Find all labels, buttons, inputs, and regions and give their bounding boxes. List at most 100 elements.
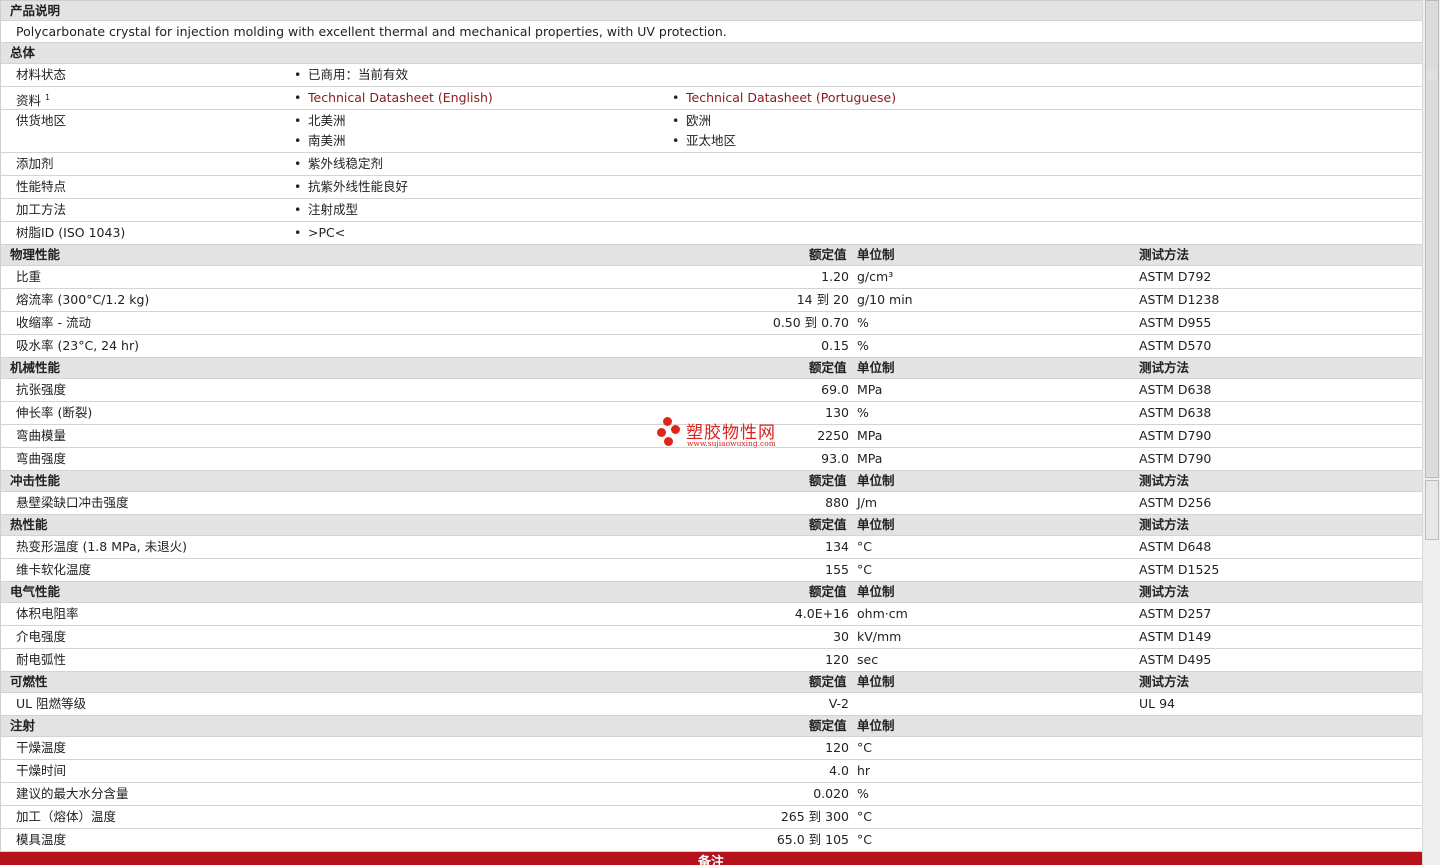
section-header: 机械性能 额定值 单位制 测试方法 xyxy=(1,358,1422,379)
datasheet-link[interactable]: Technical Datasheet (Portuguese) xyxy=(672,87,896,109)
property-unit: °C xyxy=(857,740,872,755)
property-label: 收缩率 - 流动 xyxy=(16,315,91,330)
property-test-method: ASTM D792 xyxy=(1139,269,1212,284)
property-label: 模具温度 xyxy=(16,832,67,847)
notes-bar[interactable]: 备注 xyxy=(0,852,1422,865)
section-title: 物理性能 xyxy=(10,247,61,262)
property-row: 建议的最大水分含量 0.020% xyxy=(1,783,1422,806)
property-test-method: ASTM D1525 xyxy=(1139,562,1220,577)
notes-label: 备注 xyxy=(697,855,724,865)
property-test-method: ASTM D648 xyxy=(1139,539,1212,554)
property-test-method: UL 94 xyxy=(1139,696,1175,711)
property-label: 干燥时间 xyxy=(16,763,67,778)
property-unit: g/cm³ xyxy=(857,269,894,284)
section-header: 热性能 额定值 单位制 测试方法 xyxy=(1,515,1422,536)
property-row: 热变形温度 (1.8 MPa, 未退火) 134 °C ASTM D648 xyxy=(1,536,1422,559)
property-value: 120 xyxy=(825,740,849,755)
general-row: 材料状态 已商用：当前有效 xyxy=(1,64,1422,87)
property-unit: % xyxy=(857,786,869,801)
general-bullet-item: 抗紫外线性能良好 xyxy=(294,176,408,198)
column-header-unit: 单位制 xyxy=(857,674,895,689)
column-header-method: 测试方法 xyxy=(1139,473,1190,488)
section-title: 可燃性 xyxy=(10,674,48,689)
column-header-value: 额定值 xyxy=(809,718,847,733)
datasheet-table: 产品说明 Polycarbonate crystal for injection… xyxy=(0,0,1422,865)
property-label: 建议的最大水分含量 xyxy=(16,786,129,801)
column-header-method: 测试方法 xyxy=(1139,517,1190,532)
property-row: 悬壁梁缺口冲击强度 880 J/m ASTM D256 xyxy=(1,492,1422,515)
section-title: 热性能 xyxy=(10,517,48,532)
general-bullet-item: 南美洲 xyxy=(294,130,345,152)
property-unit: ohm·cm xyxy=(857,606,908,621)
footnote-marker: 1 xyxy=(45,93,51,102)
general-row-label-text: 加工方法 xyxy=(16,202,67,217)
column-header-method: 测试方法 xyxy=(1139,247,1190,262)
property-label: 体积电阻率 xyxy=(16,606,79,621)
property-test-method: ASTM D570 xyxy=(1139,338,1212,353)
property-row: 耐电弧性 120 sec ASTM D495 xyxy=(1,649,1422,672)
column-header-method: 测试方法 xyxy=(1139,674,1190,689)
property-unit: °C xyxy=(857,539,872,554)
column-header-unit: 单位制 xyxy=(857,584,895,599)
property-unit: °C xyxy=(857,809,872,824)
property-test-method: ASTM D495 xyxy=(1139,652,1212,667)
property-row: 干燥时间 4.0 hr xyxy=(1,760,1422,783)
general-row-label: 供货地区 xyxy=(16,110,66,132)
property-row: 吸水率 (23°C, 24 hr) 0.15% ASTM D570 xyxy=(1,335,1422,358)
property-unit: hr xyxy=(857,763,871,778)
property-label: 弯曲强度 xyxy=(16,451,67,466)
datasheet-link[interactable]: Technical Datasheet (English) xyxy=(294,87,493,109)
property-unit: % xyxy=(857,338,869,353)
property-test-method: ASTM D790 xyxy=(1139,451,1212,466)
property-sections: 物理性能 额定值 单位制 测试方法 比重 1.20 g/cm³ ASTM D792 熔流率 (3… xyxy=(1,245,1422,852)
property-value: 0.020 xyxy=(813,786,849,801)
section-title: 注射 xyxy=(10,718,36,733)
general-row-label-text: 材料状态 xyxy=(16,67,67,82)
property-test-method: ASTM D638 xyxy=(1139,382,1212,397)
section-title: 冲击性能 xyxy=(10,473,61,488)
column-header-unit: 单位制 xyxy=(857,517,895,532)
property-row: 干燥温度 120 °C xyxy=(1,737,1422,760)
property-value: 93.0 xyxy=(821,451,849,466)
property-test-method: ASTM D257 xyxy=(1139,606,1212,621)
property-label: 比重 xyxy=(16,269,42,284)
property-unit: MPa xyxy=(857,382,883,397)
scrollbar-handle[interactable] xyxy=(1425,480,1439,540)
column-header-method: 测试方法 xyxy=(1139,360,1190,375)
general-row: 性能特点 抗紫外线性能良好 xyxy=(1,176,1422,199)
property-unit: J/m xyxy=(857,495,878,510)
general-row-label: 加工方法 xyxy=(16,199,66,221)
property-label: UL 阻燃等级 xyxy=(16,696,87,711)
property-value: 4.0E+16 xyxy=(794,606,849,621)
section-header-general: 总体 xyxy=(1,43,1422,64)
property-unit: % xyxy=(857,315,869,330)
property-unit: MPa xyxy=(857,428,883,443)
property-row: 体积电阻率 4.0E+16 ohm·cm ASTM D257 xyxy=(1,603,1422,626)
section-header: 可燃性 额定值 单位制 测试方法 xyxy=(1,672,1422,693)
property-label: 伸长率 (断裂) xyxy=(16,405,93,420)
general-row-label: 性能特点 xyxy=(16,176,66,198)
general-row-label-text: 添加剂 xyxy=(16,156,54,171)
property-value: 120 xyxy=(825,652,849,667)
section-header: 冲击性能 额定值 单位制 测试方法 xyxy=(1,471,1422,492)
property-label: 弯曲模量 xyxy=(16,428,67,443)
property-label: 耐电弧性 xyxy=(16,652,67,667)
property-test-method: ASTM D955 xyxy=(1139,315,1212,330)
property-label: 吸水率 (23°C, 24 hr) xyxy=(16,338,139,353)
property-row: 熔流率 (300°C/1.2 kg) 14 到 20 g/10 min ASTM D1… xyxy=(1,289,1422,312)
column-header-value: 额定值 xyxy=(809,360,847,375)
description-row: Polycarbonate crystal for injection mold… xyxy=(1,21,1422,43)
general-bullet-item: 亚太地区 xyxy=(672,130,736,152)
property-value: 134 xyxy=(825,539,849,554)
property-row: 弯曲强度 93.0 MPa ASTM D790 xyxy=(1,448,1422,471)
property-value: 130 xyxy=(825,405,849,420)
general-row: 资料 1 Technical Datasheet (English) Technic… xyxy=(1,87,1422,110)
general-bullet-item: 欧洲 xyxy=(672,110,711,132)
property-row: 抗张强度 69.0 MPa ASTM D638 xyxy=(1,379,1422,402)
vertical-scrollbar[interactable] xyxy=(1422,0,1440,865)
general-row-label-text: 资料 xyxy=(16,93,42,109)
property-test-method: ASTM D256 xyxy=(1139,495,1212,510)
property-row: 比重 1.20 g/cm³ ASTM D792 xyxy=(1,266,1422,289)
property-value: 2250 xyxy=(817,428,849,443)
scroll-grip-icon xyxy=(1426,70,1437,80)
